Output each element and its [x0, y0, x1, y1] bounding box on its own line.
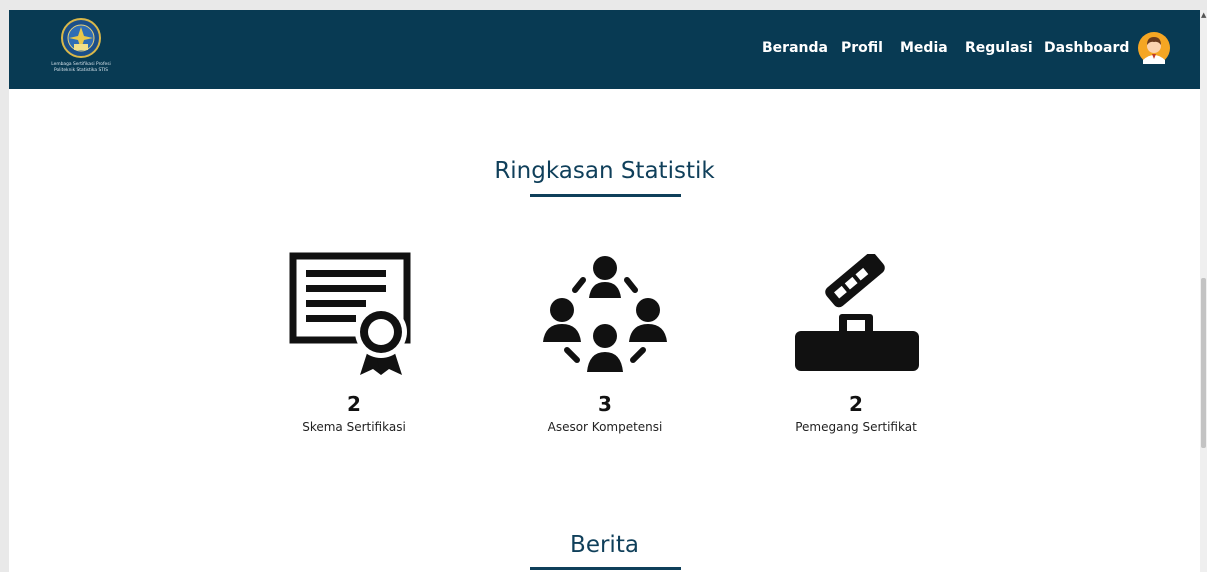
- stat-label-skema: Skema Sertifikasi: [302, 420, 406, 434]
- user-avatar-icon[interactable]: [1138, 32, 1170, 64]
- logo-emblem-icon: [61, 18, 101, 58]
- stat-label-asesor: Asesor Kompetensi: [547, 420, 663, 434]
- navbar: Lembaga Sertifikasi Profesi Politeknik S…: [9, 10, 1200, 89]
- stat-number-pemegang: 2: [849, 392, 863, 416]
- nav-beranda[interactable]: Beranda: [762, 40, 828, 56]
- nav-profil[interactable]: Profil: [841, 40, 883, 56]
- handshake-podium-icon: [793, 252, 921, 378]
- site-logo[interactable]: Lembaga Sertifikasi Profesi Politeknik S…: [39, 18, 123, 86]
- stat-label-pemegang: Pemegang Sertifikat: [795, 420, 917, 434]
- page-scrollbar-thumb[interactable]: [1201, 278, 1206, 448]
- nav-regulasi[interactable]: Regulasi: [965, 40, 1033, 56]
- stats-title-underline: [530, 194, 681, 197]
- news-section-title: Berita: [570, 532, 639, 558]
- logo-text-line2: Politeknik Statistika STIS: [54, 68, 108, 73]
- nav-dashboard[interactable]: Dashboard: [1044, 40, 1129, 56]
- scroll-up-arrow-icon[interactable]: ▲: [1201, 12, 1206, 19]
- nav-media[interactable]: Media: [900, 40, 948, 56]
- stats-section-title: Ringkasan Statistik: [494, 158, 715, 184]
- news-title-underline: [530, 567, 681, 570]
- stat-number-skema: 2: [347, 392, 361, 416]
- stat-number-asesor: 3: [598, 392, 612, 416]
- certificate-icon: [289, 252, 419, 380]
- people-circle-icon: [541, 254, 669, 378]
- page: Lembaga Sertifikasi Profesi Politeknik S…: [9, 10, 1200, 572]
- browser-top-strip: [0, 0, 1207, 10]
